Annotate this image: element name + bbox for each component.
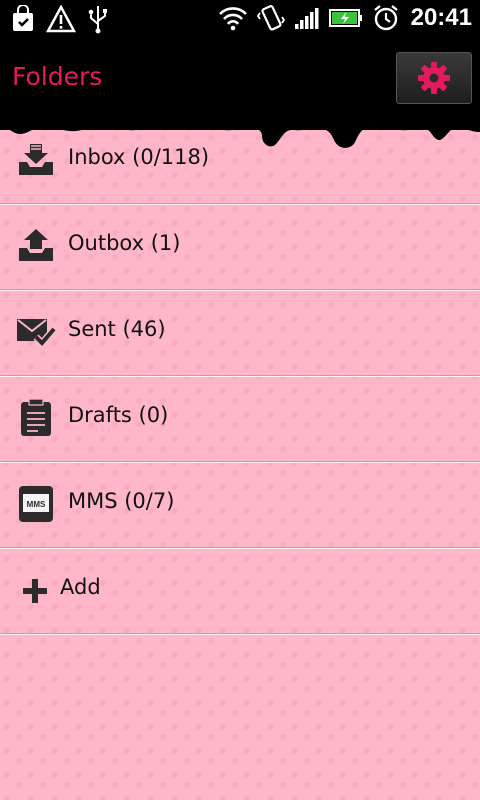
folder-item-inbox[interactable]: Inbox (0/118) (0, 118, 480, 204)
status-bar: 20:41 (0, 0, 480, 38)
clock-time: 20:41 (410, 4, 472, 31)
battery-icon (328, 9, 362, 27)
folder-label: Drafts (0) (68, 403, 169, 427)
vibrate-icon (256, 5, 285, 31)
folder-label: Inbox (0/118) (68, 145, 210, 169)
plus-icon (23, 579, 47, 603)
folder-label: Sent (46) (68, 317, 166, 341)
folder-item-sent[interactable]: Sent (46) (0, 290, 480, 376)
header: Folders (0, 38, 480, 130)
mms-icon: MMS (19, 486, 53, 522)
drafts-icon (21, 398, 51, 436)
folder-item-mms[interactable]: MMS MMS (0/7) (0, 462, 480, 548)
folder-item-drafts[interactable]: Drafts (0) (0, 376, 480, 462)
mms-badge-text: MMS (27, 500, 46, 509)
settings-button[interactable] (396, 52, 472, 104)
wifi-icon (218, 7, 247, 31)
alarm-icon (373, 5, 398, 31)
shopping-bag-icon (13, 5, 33, 31)
folder-item-outbox[interactable]: Outbox (1) (0, 204, 480, 290)
signal-icon (294, 8, 319, 29)
warning-icon (46, 5, 76, 33)
outbox-icon (19, 229, 53, 261)
add-folder-button[interactable]: Add (0, 548, 480, 634)
page-title: Folders (12, 62, 103, 91)
add-label: Add (60, 575, 101, 599)
usb-icon (88, 6, 107, 34)
sent-icon (17, 319, 56, 349)
gear-icon (418, 62, 450, 94)
folder-label: MMS (0/7) (68, 489, 175, 513)
inbox-icon (19, 144, 53, 175)
folder-label: Outbox (1) (68, 231, 181, 255)
